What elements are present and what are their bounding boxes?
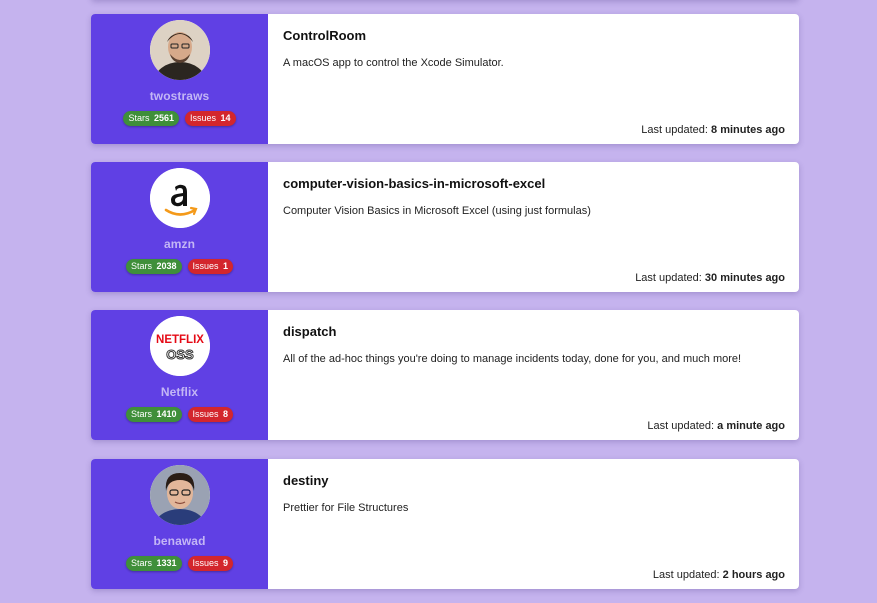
repo-card[interactable]: twostraws Stars 2561 Issues 14 ControlRo…: [91, 14, 799, 144]
repo-details: computer-vision-basics-in-microsoft-exce…: [268, 162, 799, 292]
owner-name[interactable]: benawad: [153, 534, 205, 548]
issues-count: 14: [220, 113, 231, 123]
stars-badge: Stars 1410: [125, 407, 182, 422]
owner-name[interactable]: Netflix: [161, 385, 198, 399]
last-updated-value: a minute ago: [717, 420, 785, 432]
last-updated-label: Last updated:: [635, 272, 702, 284]
owner-panel: benawad Stars 1331 Issues 9: [91, 459, 268, 589]
stars-badge: Stars 2038: [125, 259, 182, 274]
issues-label: Issues: [192, 261, 219, 271]
last-updated: Last updated: 2 hours ago: [653, 569, 785, 581]
issues-count: 1: [223, 261, 229, 271]
repo-details: ControlRoom A macOS app to control the X…: [268, 14, 799, 144]
repo-name[interactable]: destiny: [283, 474, 785, 488]
issues-count: 9: [223, 558, 229, 568]
stars-label: Stars: [130, 409, 152, 419]
issues-label: Issues: [190, 113, 217, 123]
stars-label: Stars: [130, 261, 152, 271]
stars-label: Stars: [130, 558, 152, 568]
last-updated-value: 2 hours ago: [722, 569, 785, 581]
stars-label: Stars: [128, 113, 150, 123]
repo-name[interactable]: ControlRoom: [283, 29, 785, 43]
last-updated-label: Last updated:: [641, 124, 708, 136]
issues-count: 8: [223, 409, 229, 419]
owner-panel: NETFLIX OSS Netflix Stars 1410 Issues 8: [91, 310, 268, 440]
issues-badge: Issues 9: [187, 556, 234, 571]
last-updated: Last updated: 8 minutes ago: [641, 124, 785, 136]
owner-avatar-icon[interactable]: [149, 465, 210, 525]
last-updated-value: 8 minutes ago: [711, 124, 785, 136]
issues-label: Issues: [192, 558, 219, 568]
stars-count: 1410: [156, 409, 177, 419]
repo-name[interactable]: computer-vision-basics-in-microsoft-exce…: [283, 177, 785, 191]
stars-count: 1331: [156, 558, 177, 568]
repo-description: Computer Vision Basics in Microsoft Exce…: [283, 205, 591, 217]
oss-wordmark: OSS: [166, 347, 194, 362]
stars-count: 2038: [156, 261, 177, 271]
netflix-oss-logo-icon[interactable]: NETFLIX OSS: [149, 316, 210, 376]
owner-panel: amzn Stars 2038 Issues 1: [91, 162, 268, 292]
stars-badge: Stars 2561: [123, 111, 179, 126]
owner-name[interactable]: twostraws: [150, 89, 210, 103]
repo-card[interactable]: benawad Stars 1331 Issues 9 destiny Pret…: [91, 459, 799, 589]
repo-card[interactable]: NETFLIX OSS Netflix Stars 1410 Issues 8 …: [91, 310, 799, 440]
issues-label: Issues: [192, 409, 219, 419]
issues-badge: Issues 8: [187, 407, 234, 422]
owner-name[interactable]: amzn: [164, 237, 195, 251]
issues-badge: Issues 1: [187, 259, 234, 274]
repo-description: A macOS app to control the Xcode Simulat…: [283, 57, 504, 69]
stars-badge: Stars 1331: [125, 556, 182, 571]
netflix-wordmark: NETFLIX: [156, 334, 204, 346]
last-updated: Last updated: a minute ago: [647, 420, 785, 432]
last-updated-value: 30 minutes ago: [704, 272, 785, 284]
owner-avatar-icon[interactable]: [149, 20, 210, 80]
repo-card[interactable]: amzn Stars 2038 Issues 1 computer-vision…: [91, 162, 799, 292]
repo-name[interactable]: dispatch: [283, 325, 785, 339]
issues-badge: Issues 14: [185, 111, 236, 126]
repo-details: dispatch All of the ad-hoc things you're…: [268, 310, 799, 440]
owner-panel: twostraws Stars 2561 Issues 14: [91, 14, 268, 144]
amazon-logo-icon[interactable]: [149, 168, 210, 228]
last-updated-label: Last updated:: [647, 420, 715, 432]
repo-description: Prettier for File Structures: [283, 502, 409, 514]
stars-count: 2561: [153, 113, 174, 123]
repo-description: All of the ad-hoc things you're doing to…: [283, 353, 742, 365]
last-updated-label: Last updated:: [652, 569, 720, 581]
repo-details: destiny Prettier for File Structures Las…: [268, 459, 799, 589]
last-updated: Last updated: 30 minutes ago: [635, 272, 785, 284]
